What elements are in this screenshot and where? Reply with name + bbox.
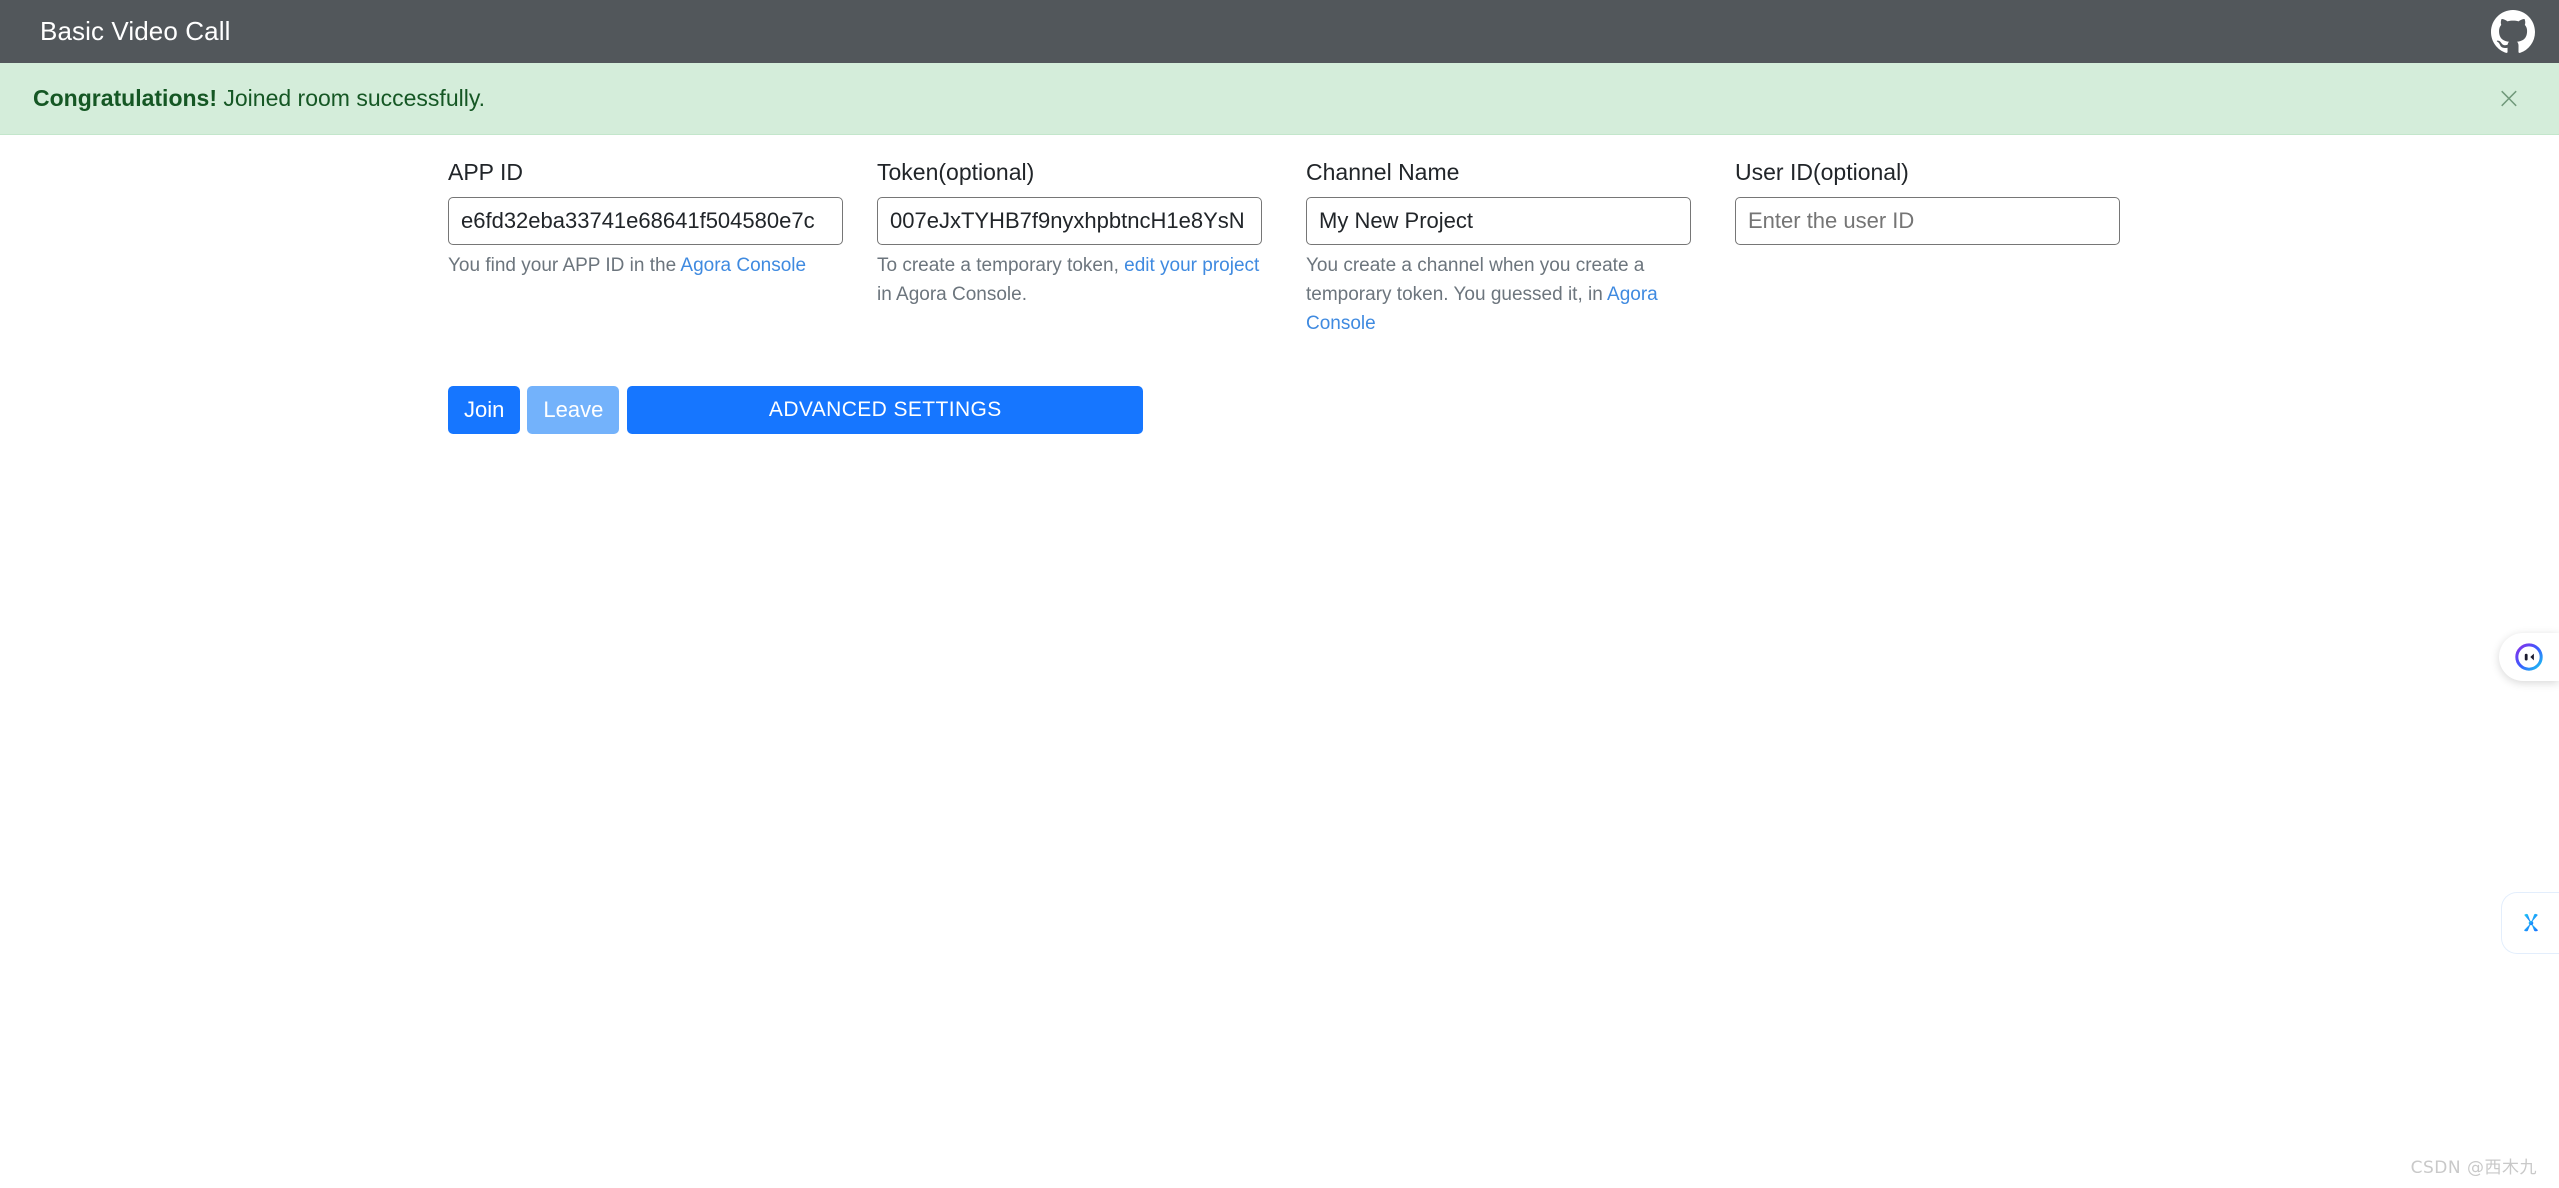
app-id-help-prefix: You find your APP ID in the [448, 254, 681, 276]
channel-name-input[interactable] [1306, 196, 1691, 245]
app-id-input[interactable] [448, 196, 843, 245]
page-title: Basic Video Call [40, 16, 231, 46]
close-icon[interactable]: × [2489, 79, 2529, 119]
token-help: To create a temporary token, edit your p… [877, 252, 1262, 310]
app-header: Basic Video Call [0, 0, 2559, 63]
alert-strong: Congratulations! [33, 85, 217, 111]
user-id-label: User ID(optional) [1735, 159, 1909, 185]
channel-help-prefix: You create a channel when you create a t… [1306, 254, 1645, 305]
alert-detail: Joined room successfully. [217, 85, 486, 111]
alert-message: Congratulations! Joined room successfull… [33, 85, 485, 112]
token-label: Token(optional) [877, 159, 1035, 185]
user-id-input[interactable] [1735, 196, 2120, 245]
app-id-help: You find your APP ID in the Agora Consol… [448, 252, 843, 281]
advanced-settings-button[interactable]: ADVANCED SETTINGS [627, 385, 1144, 434]
connection-form: APP ID You find your APP ID in the Agora… [448, 158, 2148, 434]
field-group-token: Token(optional) To create a temporary to… [877, 158, 1262, 310]
token-input[interactable] [877, 196, 1262, 245]
chat-bubble-icon[interactable] [2499, 633, 2559, 681]
leave-button[interactable]: Leave [527, 385, 620, 434]
edit-your-project-link[interactable]: edit your project [1124, 255, 1259, 276]
success-alert: Congratulations! Joined room successfull… [0, 63, 2559, 135]
channel-name-label: Channel Name [1306, 159, 1460, 185]
field-group-app-id: APP ID You find your APP ID in the Agora… [448, 158, 843, 281]
token-help-prefix: To create a temporary token, [877, 254, 1125, 276]
channel-name-help: You create a channel when you create a t… [1306, 252, 1691, 339]
fields-row: APP ID You find your APP ID in the Agora… [448, 158, 2148, 339]
watermark: CSDN @西木九 [2410, 1158, 2537, 1178]
app-id-label: APP ID [448, 159, 523, 185]
field-group-channel-name: Channel Name You create a channel when y… [1306, 158, 1691, 339]
github-icon[interactable] [2489, 8, 2537, 56]
action-buttons: Join Leave ADVANCED SETTINGS [448, 385, 2148, 434]
field-group-user-id: User ID(optional) [1735, 158, 2120, 245]
sparkle-icon[interactable] [2501, 892, 2559, 954]
join-button[interactable]: Join [448, 385, 521, 434]
agora-console-link[interactable]: Agora Console [680, 255, 806, 276]
token-help-suffix: in Agora Console. [877, 283, 1027, 305]
